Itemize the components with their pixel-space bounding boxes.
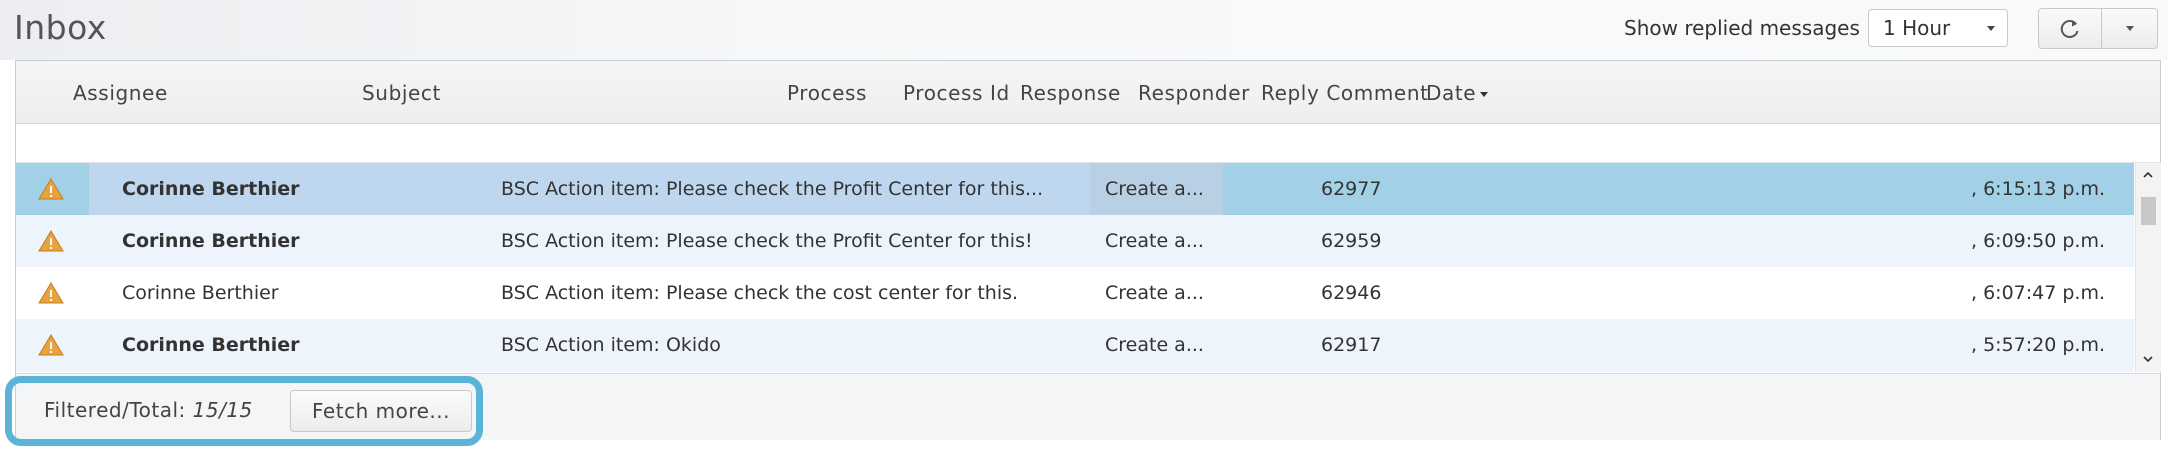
subject-cell: BSC Action item: Please check the cost c… (501, 282, 1019, 304)
column-assignee[interactable]: Assignee (73, 81, 168, 105)
chevron-down-icon (2126, 26, 2134, 31)
warning-triangle-icon (38, 282, 64, 304)
subject-cell: BSC Action item: Okido (501, 334, 721, 356)
column-date[interactable]: Date (1426, 81, 1489, 105)
process-cell: Create a... (1105, 282, 1204, 304)
process-cell: Create a... (1105, 230, 1204, 252)
column-process[interactable]: Process (787, 81, 867, 105)
filtered-total-text: Filtered/Total: (44, 398, 186, 422)
warning-triangle-icon (38, 178, 64, 200)
date-cell: , 6:15:13 p.m. (1971, 178, 2106, 200)
date-cell: , 5:57:20 p.m. (1971, 334, 2106, 356)
sort-desc-icon (1480, 92, 1489, 97)
scroll-down-icon[interactable] (2143, 354, 2153, 364)
chevron-down-icon (1987, 26, 1995, 31)
refresh-button[interactable] (2039, 9, 2102, 48)
scroll-up-icon[interactable] (2143, 170, 2153, 180)
table-row[interactable]: Corinne Berthier BSC Action item: Okido … (16, 319, 2134, 372)
column-response[interactable]: Response (1020, 81, 1121, 105)
process-cell: Create a... (1105, 334, 1204, 356)
date-cell: , 6:07:47 p.m. (1971, 282, 2106, 304)
process-id-cell: 62959 (1321, 230, 1382, 252)
message-list: Corinne Berthier BSC Action item: Please… (16, 163, 2134, 372)
subject-cell: BSC Action item: Please check the Profit… (501, 230, 1033, 252)
table-row[interactable]: Corinne Berthier BSC Action item: Please… (16, 215, 2134, 267)
column-reply-comment[interactable]: Reply Comment (1261, 81, 1429, 105)
warning-triangle-icon (38, 230, 64, 252)
assignee-cell: Corinne Berthier (89, 163, 486, 215)
process-id-cell: 62977 (1321, 178, 1382, 200)
table-row[interactable]: Corinne Berthier BSC Action item: Please… (16, 267, 2134, 319)
filtered-total-label: Filtered/Total: 15/15 (44, 398, 253, 422)
refresh-icon (2060, 20, 2079, 38)
filtered-total-value: 15/15 (192, 398, 253, 422)
refresh-button-group (2038, 8, 2158, 49)
process-cell: Create a... (1090, 163, 1223, 215)
column-responder[interactable]: Responder (1138, 81, 1250, 105)
date-cell: , 6:09:50 p.m. (1971, 230, 2106, 252)
subject-cell: BSC Action item: Please check the Profit… (486, 163, 1090, 215)
column-header-row: Assignee Subject Process Process Id Resp… (16, 61, 2160, 124)
table-row[interactable]: Corinne Berthier BSC Action item: Please… (16, 163, 2134, 215)
fetch-more-button[interactable]: Fetch more... (290, 390, 472, 432)
scrollbar-thumb[interactable] (2141, 197, 2156, 225)
assignee-cell: Corinne Berthier (122, 230, 300, 252)
replied-messages-label: Show replied messages (1624, 16, 1860, 40)
assignee-cell: Corinne Berthier (122, 282, 279, 304)
vertical-scrollbar[interactable] (2135, 163, 2161, 372)
replied-period-value: 1 Hour (1883, 16, 1951, 40)
refresh-options-button[interactable] (2101, 9, 2157, 48)
process-id-cell: 62946 (1321, 282, 1382, 304)
warning-triangle-icon (38, 334, 64, 356)
column-subject[interactable]: Subject (362, 81, 441, 105)
column-process-id[interactable]: Process Id (903, 81, 1010, 105)
replied-period-select[interactable]: 1 Hour (1868, 9, 2008, 47)
page-title: Inbox (14, 8, 107, 47)
column-date-label: Date (1426, 81, 1477, 105)
filter-row[interactable] (16, 124, 2160, 163)
process-id-cell: 62917 (1321, 334, 1382, 356)
assignee-cell: Corinne Berthier (122, 334, 300, 356)
